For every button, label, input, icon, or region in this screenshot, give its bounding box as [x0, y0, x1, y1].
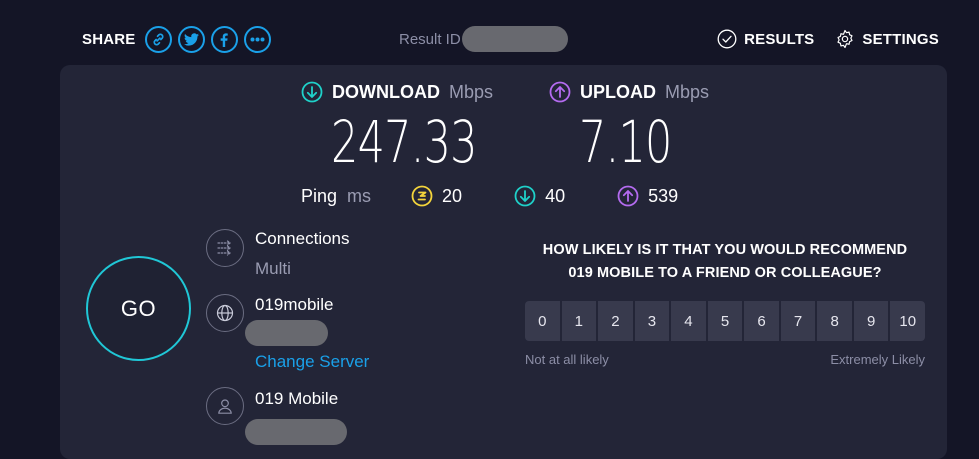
provider-name: 019 Mobile: [255, 389, 339, 408]
check-circle-icon: [717, 29, 737, 49]
twitter-icon: [183, 33, 199, 46]
link-icon: [152, 33, 164, 46]
share-label: SHARE: [82, 31, 136, 48]
more-icon: [250, 37, 265, 42]
recommend-scale: 0 1 2 3 4 5 6 7 8 9 10: [525, 301, 926, 341]
scale-option[interactable]: 3: [634, 301, 670, 341]
scale-option[interactable]: 7: [780, 301, 816, 341]
ping-idle: 20: [411, 185, 462, 207]
share-link-button[interactable]: [144, 26, 172, 53]
download-header: DOWNLOAD Mbps: [301, 81, 493, 103]
share-twitter-button[interactable]: [177, 26, 205, 53]
download-latency-icon: [514, 185, 536, 207]
connections-icon: [217, 240, 231, 256]
ping-row: Ping ms 20 40 539: [301, 185, 678, 207]
upload-value: 7.10: [579, 108, 672, 176]
scale-option[interactable]: 5: [707, 301, 743, 341]
globe-icon: [216, 304, 234, 322]
redacted-result-id: [462, 26, 568, 52]
download-arrow-icon: [301, 81, 323, 103]
ping-unit: ms: [347, 185, 372, 206]
connections-value: Multi: [255, 259, 291, 278]
upload-unit: Mbps: [665, 81, 710, 102]
top-right-nav: RESULTS SETTINGS: [717, 29, 939, 49]
scale-option[interactable]: 0: [525, 301, 560, 341]
download-label: DOWNLOAD: [332, 81, 440, 102]
settings-label: SETTINGS: [862, 30, 939, 48]
scale-option[interactable]: 4: [671, 301, 706, 341]
scale-option[interactable]: 8: [817, 301, 852, 341]
share-more-button[interactable]: [243, 26, 271, 53]
scale-option[interactable]: 10: [890, 301, 926, 341]
result-id-label: Result ID: [399, 31, 461, 48]
results-link[interactable]: RESULTS: [717, 29, 814, 49]
upload-header: UPLOAD Mbps: [549, 81, 709, 103]
scale-low-label: Not at all likely: [525, 352, 609, 367]
survey-question-line1: HOW LIKELY IS IT THAT YOU WOULD RECOMMEN…: [542, 242, 908, 258]
ping-download-value: 40: [545, 185, 566, 206]
upload-latency-icon: [617, 185, 639, 207]
change-server-link[interactable]: Change Server: [255, 352, 369, 372]
scale-option[interactable]: 9: [853, 301, 889, 341]
redacted-server-location: [245, 320, 328, 346]
connections-icon-wrap: [206, 229, 244, 267]
idle-latency-icon: [411, 185, 433, 207]
scale-option[interactable]: 2: [598, 301, 633, 341]
ping-upload-value: 539: [648, 185, 679, 206]
top-bar: SHARE Result ID RESULTS SETTINGS: [0, 0, 979, 64]
provider-icon-wrap: [206, 387, 244, 425]
connections-label: Connections: [255, 229, 350, 248]
scale-high-label: Extremely Likely: [830, 352, 925, 367]
facebook-icon: [220, 32, 228, 47]
scale-option[interactable]: 1: [561, 301, 597, 341]
survey-question: HOW LIKELY IS IT THAT YOU WOULD RECOMMEN…: [525, 239, 925, 285]
scale-option[interactable]: 6: [744, 301, 779, 341]
ping-idle-value: 20: [442, 185, 463, 206]
redacted-provider-ip: [245, 419, 347, 445]
survey-question-line2: 019 MOBILE TO A FRIEND OR COLLEAGUE?: [568, 265, 882, 281]
user-icon: [218, 399, 232, 414]
share-facebook-button[interactable]: [210, 26, 238, 53]
upload-arrow-icon: [549, 81, 571, 103]
download-value: 247.33: [331, 108, 477, 176]
download-unit: Mbps: [448, 81, 493, 102]
ping-label: Ping: [301, 185, 338, 206]
share-group: SHARE: [82, 26, 271, 53]
ping-upload: 539: [617, 185, 678, 207]
settings-link[interactable]: SETTINGS: [835, 29, 939, 49]
gear-icon: [837, 29, 853, 49]
server-icon-wrap: [206, 294, 244, 332]
go-button[interactable]: GO: [86, 256, 191, 361]
ping-download: 40: [514, 185, 565, 207]
results-label: RESULTS: [744, 30, 815, 48]
server-name: 019mobile: [255, 295, 334, 314]
upload-label: UPLOAD: [580, 81, 656, 102]
